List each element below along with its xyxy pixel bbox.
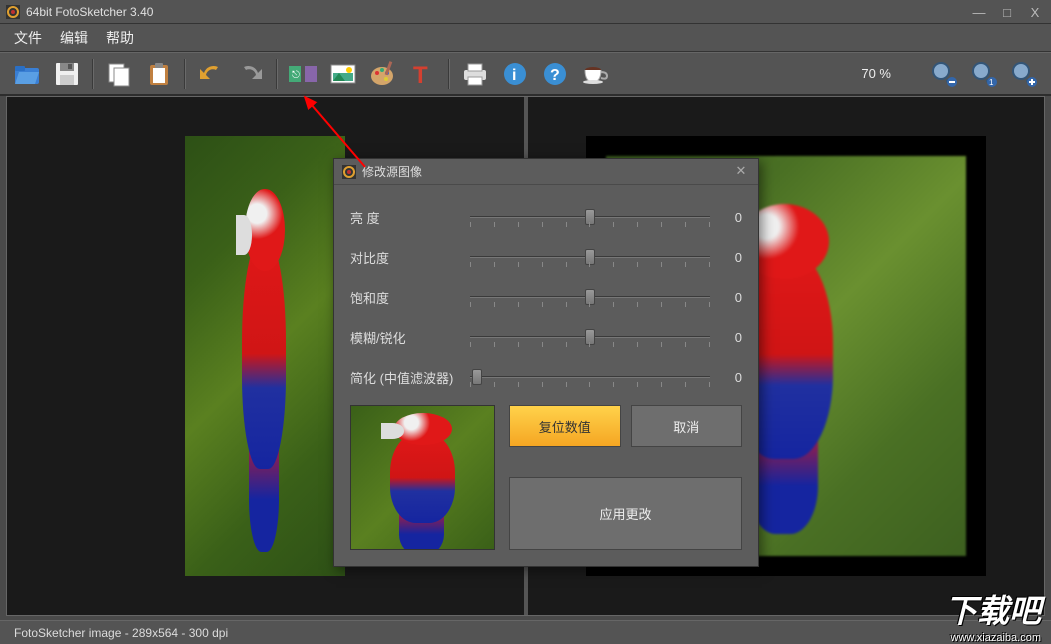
maximize-button[interactable]: □	[997, 5, 1017, 19]
copy-icon	[106, 61, 132, 87]
floppy-disk-icon	[54, 61, 80, 87]
info-icon: i	[502, 61, 528, 87]
help-icon: ?	[542, 61, 568, 87]
svg-text:T: T	[413, 62, 428, 87]
slider-row-1: 对比度 0	[350, 237, 742, 277]
modify-source-dialog: 修改源图像 ✕ 亮 度 0 对比度 0 饱和度 0 模糊/锐化 0 简化 (中值滤波器) 0 复位…	[333, 158, 759, 567]
clipboard-icon	[146, 61, 172, 87]
status-text: FotoSketcher image - 289x564 - 300 dpi	[14, 626, 228, 640]
source-image	[185, 136, 345, 576]
svg-text:1: 1	[989, 78, 994, 87]
text-button[interactable]: T	[406, 57, 440, 91]
window-title: 64bit FotoSketcher 3.40	[26, 5, 153, 19]
slider-row-4: 简化 (中值滤波器) 0	[350, 357, 742, 397]
undo-button[interactable]	[194, 57, 228, 91]
toolbar: ⎋ T i ? 70 % 1	[0, 52, 1051, 96]
reset-values-button[interactable]: 复位数值	[509, 405, 621, 447]
help-button[interactable]: ?	[538, 57, 572, 91]
slider-label: 亮 度	[350, 208, 460, 227]
printer-icon	[461, 62, 489, 86]
slider-value: 0	[720, 370, 742, 385]
menu-file[interactable]: 文件	[14, 28, 42, 48]
svg-text:⎋: ⎋	[292, 70, 300, 81]
slider-row-2: 饱和度 0	[350, 277, 742, 317]
palette-icon	[369, 61, 397, 87]
apply-button[interactable]: 应用更改	[509, 477, 742, 550]
print-button[interactable]	[458, 57, 492, 91]
slider-track[interactable]	[470, 247, 710, 267]
statusbar: FotoSketcher image - 289x564 - 300 dpi	[0, 620, 1051, 644]
zoom-out-icon	[930, 60, 958, 88]
slider-label: 对比度	[350, 248, 460, 267]
svg-text:?: ?	[550, 67, 560, 84]
app-icon	[6, 5, 20, 19]
cancel-button[interactable]: 取消	[631, 405, 743, 447]
dialog-titlebar[interactable]: 修改源图像 ✕	[334, 159, 758, 185]
zoom-out-button[interactable]	[927, 57, 961, 91]
preview-thumbnail	[350, 405, 495, 550]
coffee-cup-icon	[582, 62, 608, 86]
slider-row-3: 模糊/锐化 0	[350, 317, 742, 357]
close-window-button[interactable]: X	[1025, 5, 1045, 19]
undo-arrow-icon	[198, 63, 224, 85]
zoom-in-button[interactable]	[1007, 57, 1041, 91]
drawing-params-button[interactable]: ⎋	[286, 57, 320, 91]
menu-edit[interactable]: 编辑	[60, 28, 88, 48]
slider-value: 0	[720, 290, 742, 305]
zoom-fit-button[interactable]: 1	[967, 57, 1001, 91]
paste-button[interactable]	[142, 57, 176, 91]
zoom-readout: 70 %	[861, 66, 891, 81]
slider-label: 模糊/锐化	[350, 328, 460, 347]
donate-button[interactable]	[578, 57, 612, 91]
slider-track[interactable]	[470, 367, 710, 387]
titlebar: 64bit FotoSketcher 3.40 — □ X	[0, 0, 1051, 24]
menu-help[interactable]: 帮助	[106, 28, 134, 48]
slider-value: 0	[720, 330, 742, 345]
zoom-fit-icon: 1	[970, 60, 998, 88]
copy-button[interactable]	[102, 57, 136, 91]
menubar: 文件 编辑 帮助	[0, 24, 1051, 52]
dialog-icon	[342, 165, 356, 179]
dialog-close-button[interactable]: ✕	[732, 163, 750, 181]
slider-label: 饱和度	[350, 288, 460, 307]
open-button[interactable]	[10, 57, 44, 91]
text-icon: T	[411, 61, 435, 87]
slider-value: 0	[720, 210, 742, 225]
zoom-in-icon	[1010, 60, 1038, 88]
source-image-icon	[329, 63, 357, 85]
effects-icon: ⎋	[288, 63, 318, 85]
save-button[interactable]	[50, 57, 84, 91]
minimize-button[interactable]: —	[969, 5, 989, 19]
slider-value: 0	[720, 250, 742, 265]
modify-source-button[interactable]	[326, 57, 360, 91]
slider-track[interactable]	[470, 207, 710, 227]
info-button[interactable]: i	[498, 57, 532, 91]
slider-track[interactable]	[470, 327, 710, 347]
dialog-title-text: 修改源图像	[362, 163, 422, 180]
slider-label: 简化 (中值滤波器)	[350, 368, 460, 387]
palette-button[interactable]	[366, 57, 400, 91]
redo-arrow-icon	[238, 63, 264, 85]
slider-track[interactable]	[470, 287, 710, 307]
svg-text:i: i	[512, 67, 516, 84]
redo-button[interactable]	[234, 57, 268, 91]
slider-row-0: 亮 度 0	[350, 197, 742, 237]
folder-open-icon	[13, 62, 41, 86]
